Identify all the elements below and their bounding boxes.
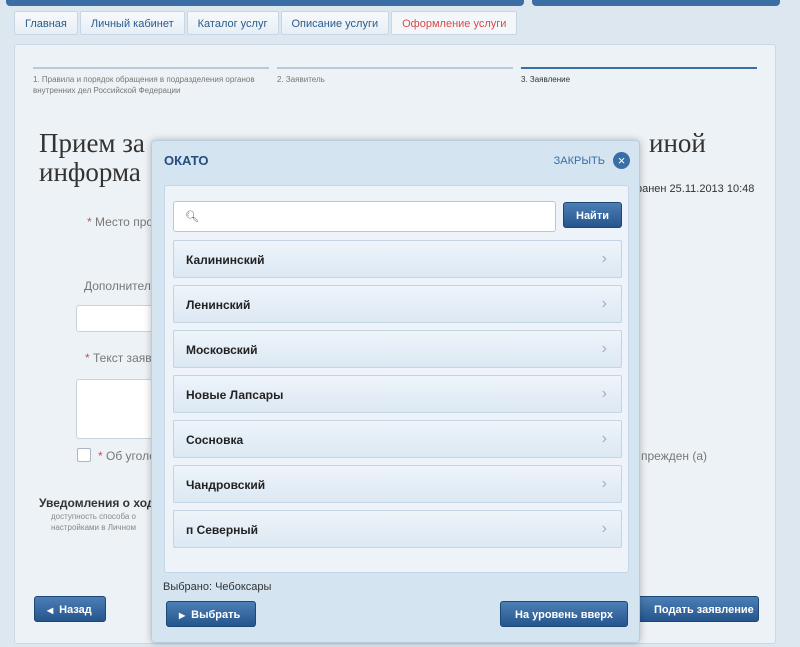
- text-label: * Текст заяв: [85, 351, 152, 365]
- notice-title: Уведомления о ход: [39, 496, 155, 510]
- submit-button[interactable]: Подать заявление: [627, 596, 759, 622]
- select-button[interactable]: ▶ Выбрать: [166, 601, 256, 627]
- page-title-part1: Прием за: [39, 128, 145, 158]
- top-tab-right: [532, 0, 780, 6]
- text-label-text: Текст заяв: [93, 351, 152, 365]
- list-item[interactable]: Новые Лапсары ›: [173, 375, 622, 413]
- list-item[interactable]: п Северный ›: [173, 510, 622, 548]
- step-1: 1. Правила и порядок обращения в подразд…: [33, 67, 269, 97]
- search-box: 🔍︎: [173, 201, 556, 232]
- chevron-right-icon: ›: [601, 295, 607, 312]
- text-field[interactable]: [76, 379, 156, 439]
- list-item[interactable]: Ленинский ›: [173, 285, 622, 323]
- level-up-button[interactable]: На уровень вверх: [500, 601, 628, 627]
- agreement-checkbox[interactable]: [77, 448, 91, 462]
- agreement-label: * Об уголо: [98, 449, 156, 463]
- list-item-label: Сосновка: [186, 433, 244, 447]
- top-tab-left: [6, 0, 524, 6]
- arrow-left-icon: ◀: [47, 606, 54, 615]
- step-2: 2. Заявитель: [277, 67, 513, 97]
- list-item[interactable]: Калининский ›: [173, 240, 622, 278]
- top-tabs: [0, 0, 800, 6]
- additional-label: Дополнител: [84, 279, 151, 293]
- list-item-label: Новые Лапсары: [186, 388, 284, 402]
- page-title-right: иной: [649, 128, 706, 158]
- list-item-label: Калининский: [186, 253, 265, 267]
- chevron-right-icon: ›: [601, 250, 607, 267]
- agreement-label-text: Об уголо: [106, 449, 156, 463]
- list-item[interactable]: Чандровский ›: [173, 465, 622, 503]
- chevron-right-icon: ›: [601, 430, 607, 447]
- list-item[interactable]: Московский ›: [173, 330, 622, 368]
- close-link[interactable]: ЗАКРЫТЬ: [554, 155, 605, 167]
- select-button-label: Выбрать: [191, 609, 241, 621]
- arrow-right-icon: ▶: [179, 611, 186, 620]
- steps: 1. Правила и порядок обращения в подразд…: [33, 67, 759, 97]
- chevron-right-icon: ›: [601, 475, 607, 492]
- search-input[interactable]: [202, 206, 547, 228]
- breadcrumb-current: Оформление услуги: [391, 11, 518, 35]
- modal-title: ОКАТО: [164, 153, 209, 168]
- chevron-right-icon: ›: [601, 520, 607, 537]
- list-item[interactable]: Сосновка ›: [173, 420, 622, 458]
- selected-value: Выбрано: Чебоксары: [163, 581, 272, 593]
- saved-status: ранен 25.11.2013 10:48: [636, 183, 755, 195]
- additional-field[interactable]: [76, 305, 156, 332]
- breadcrumb-description[interactable]: Описание услуги: [280, 11, 390, 35]
- step-3: 3. Заявление: [521, 67, 757, 97]
- okato-modal: ОКАТО ЗАКРЫТЬ × 🔍︎ Найти Калининский › Л…: [151, 140, 640, 643]
- breadcrumb-cabinet[interactable]: Личный кабинет: [79, 11, 185, 35]
- place-label: * Место про: [87, 215, 154, 229]
- find-button[interactable]: Найти: [563, 202, 622, 228]
- breadcrumb-home[interactable]: Главная: [14, 11, 78, 35]
- place-label-text: Место про: [95, 215, 154, 229]
- breadcrumb: Главная Личный кабинет Каталог услуг Опи…: [14, 11, 519, 35]
- close-icon[interactable]: ×: [613, 152, 630, 169]
- search-icon: 🔍︎: [185, 211, 199, 223]
- page-title-part2: информа: [39, 157, 141, 187]
- list-item-label: Ленинский: [186, 298, 251, 312]
- list-item-label: Московский: [186, 343, 258, 357]
- list-item-label: Чандровский: [186, 478, 266, 492]
- back-button[interactable]: ◀ Назад: [34, 596, 106, 622]
- back-button-label: Назад: [59, 604, 92, 616]
- chevron-right-icon: ›: [601, 340, 607, 357]
- agreement-label-right: прежден (а): [641, 449, 708, 463]
- chevron-right-icon: ›: [601, 385, 607, 402]
- modal-content: 🔍︎ Найти Калининский › Ленинский › Моско…: [164, 185, 629, 573]
- list-item-label: п Северный: [186, 523, 259, 537]
- breadcrumb-catalog[interactable]: Каталог услуг: [186, 11, 279, 35]
- okato-list: Калининский › Ленинский › Московский › Н…: [173, 240, 622, 555]
